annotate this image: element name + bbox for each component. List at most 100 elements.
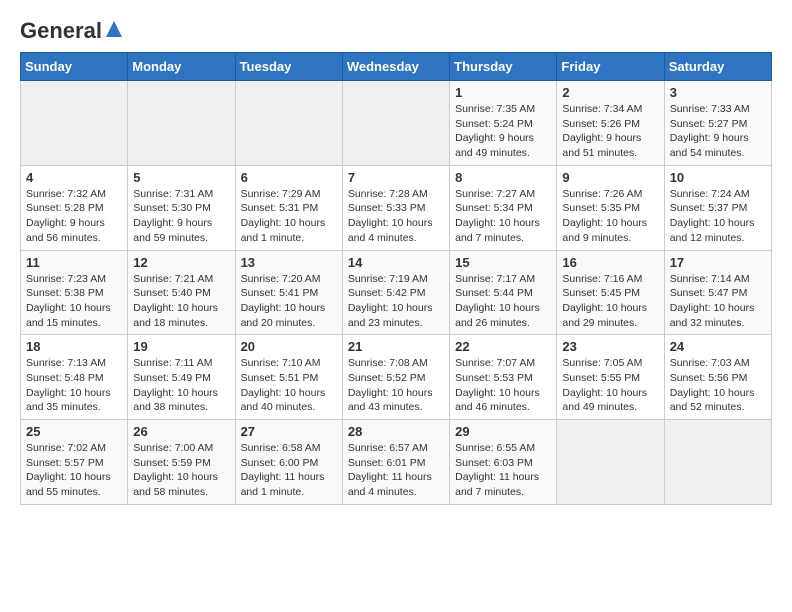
calendar-cell: 8 Sunrise: 7:27 AMSunset: 5:34 PMDaylight… — [450, 165, 557, 250]
day-info: Sunrise: 7:00 AMSunset: 5:59 PMDaylight:… — [133, 441, 229, 500]
calendar-cell: 3Sunrise: 7:33 AMSunset: 5:27 PMDaylight… — [664, 81, 771, 166]
day-number: 22 — [455, 339, 551, 354]
day-info: Sunrise: 7:10 AMSunset: 5:51 PMDaylight:… — [241, 356, 337, 415]
day-number: 4 — [26, 170, 122, 185]
day-number: 8 — [455, 170, 551, 185]
day-info: Sunrise: 7:29 AMSunset: 5:31 PMDaylight:… — [241, 187, 337, 246]
day-info: Sunrise: 7:27 AMSunset: 5:34 PMDaylight:… — [455, 187, 551, 246]
calendar-cell: 2 Sunrise: 7:34 AMSunset: 5:26 PMDaylight… — [557, 81, 664, 166]
day-number: 21 — [348, 339, 444, 354]
day-info: Sunrise: 7:21 AMSunset: 5:40 PMDaylight:… — [133, 272, 229, 331]
logo: General — [20, 20, 124, 42]
day-number: 20 — [241, 339, 337, 354]
calendar-cell: 15 Sunrise: 7:17 AMSunset: 5:44 PMDayligh… — [450, 250, 557, 335]
day-number: 10 — [670, 170, 766, 185]
day-info: Sunrise: 7:08 AMSunset: 5:52 PMDaylight:… — [348, 356, 444, 415]
calendar-cell: 5 Sunrise: 7:31 AMSunset: 5:30 PMDaylight… — [128, 165, 235, 250]
calendar-cell: 17 Sunrise: 7:14 AMSunset: 5:47 PMDayligh… — [664, 250, 771, 335]
day-number: 15 — [455, 255, 551, 270]
day-info: Sunrise: 7:11 AMSunset: 5:49 PMDaylight:… — [133, 356, 229, 415]
day-info: Sunrise: 7:17 AMSunset: 5:44 PMDaylight:… — [455, 272, 551, 331]
day-info: Sunrise: 7:34 AMSunset: 5:26 PMDaylight:… — [562, 102, 658, 161]
column-header-thursday: Thursday — [450, 53, 557, 81]
column-header-saturday: Saturday — [664, 53, 771, 81]
day-number: 5 — [133, 170, 229, 185]
day-number: 16 — [562, 255, 658, 270]
day-info: Sunrise: 7:33 AMSunset: 5:27 PMDaylight:… — [670, 102, 766, 161]
day-info: Sunrise: 6:57 AMSunset: 6:01 PMDaylight:… — [348, 441, 444, 500]
day-number: 17 — [670, 255, 766, 270]
calendar-cell: 9 Sunrise: 7:26 AMSunset: 5:35 PMDaylight… — [557, 165, 664, 250]
calendar-cell: 10 Sunrise: 7:24 AMSunset: 5:37 PMDayligh… — [664, 165, 771, 250]
day-info: Sunrise: 7:24 AMSunset: 5:37 PMDaylight:… — [670, 187, 766, 246]
day-info: Sunrise: 7:14 AMSunset: 5:47 PMDaylight:… — [670, 272, 766, 331]
day-number: 28 — [348, 424, 444, 439]
column-header-tuesday: Tuesday — [235, 53, 342, 81]
day-info: Sunrise: 7:20 AMSunset: 5:41 PMDaylight:… — [241, 272, 337, 331]
column-header-sunday: Sunday — [21, 53, 128, 81]
calendar-cell: 13 Sunrise: 7:20 AMSunset: 5:41 PMDayligh… — [235, 250, 342, 335]
column-header-wednesday: Wednesday — [342, 53, 449, 81]
day-number: 18 — [26, 339, 122, 354]
day-number: 9 — [562, 170, 658, 185]
day-number: 19 — [133, 339, 229, 354]
calendar-cell: 14 Sunrise: 7:19 AMSunset: 5:42 PMDayligh… — [342, 250, 449, 335]
day-info: Sunrise: 7:02 AMSunset: 5:57 PMDaylight:… — [26, 441, 122, 500]
calendar-cell: 26 Sunrise: 7:00 AMSunset: 5:59 PMDayligh… — [128, 420, 235, 505]
day-number: 23 — [562, 339, 658, 354]
day-number: 24 — [670, 339, 766, 354]
day-number: 11 — [26, 255, 122, 270]
day-info: Sunrise: 7:26 AMSunset: 5:35 PMDaylight:… — [562, 187, 658, 246]
calendar-cell: 25Sunrise: 7:02 AMSunset: 5:57 PMDayligh… — [21, 420, 128, 505]
day-number: 27 — [241, 424, 337, 439]
calendar-cell — [21, 81, 128, 166]
calendar-cell: 16 Sunrise: 7:16 AMSunset: 5:45 PMDayligh… — [557, 250, 664, 335]
day-number: 1 — [455, 85, 551, 100]
day-number: 29 — [455, 424, 551, 439]
calendar-cell: 7 Sunrise: 7:28 AMSunset: 5:33 PMDaylight… — [342, 165, 449, 250]
calendar-cell: 4 Sunrise: 7:32 AMSunset: 5:28 PMDaylight… — [21, 165, 128, 250]
calendar-cell: 28 Sunrise: 6:57 AMSunset: 6:01 PMDayligh… — [342, 420, 449, 505]
day-info: Sunrise: 7:31 AMSunset: 5:30 PMDaylight:… — [133, 187, 229, 246]
day-number: 13 — [241, 255, 337, 270]
calendar-cell: 23 Sunrise: 7:05 AMSunset: 5:55 PMDayligh… — [557, 335, 664, 420]
calendar-cell — [557, 420, 664, 505]
day-info: Sunrise: 6:58 AMSunset: 6:00 PMDaylight:… — [241, 441, 337, 500]
calendar-cell: 24 Sunrise: 7:03 AMSunset: 5:56 PMDayligh… — [664, 335, 771, 420]
calendar-cell: 27 Sunrise: 6:58 AMSunset: 6:00 PMDayligh… — [235, 420, 342, 505]
calendar-cell: 22 Sunrise: 7:07 AMSunset: 5:53 PMDayligh… — [450, 335, 557, 420]
calendar-cell — [235, 81, 342, 166]
calendar-table: SundayMondayTuesdayWednesdayThursdayFrid… — [20, 52, 772, 505]
day-info: Sunrise: 6:55 AMSunset: 6:03 PMDaylight:… — [455, 441, 551, 500]
day-number: 7 — [348, 170, 444, 185]
calendar-cell: 20 Sunrise: 7:10 AMSunset: 5:51 PMDayligh… — [235, 335, 342, 420]
day-info: Sunrise: 7:28 AMSunset: 5:33 PMDaylight:… — [348, 187, 444, 246]
calendar-cell: 11 Sunrise: 7:23 AMSunset: 5:38 PMDayligh… — [21, 250, 128, 335]
day-info: Sunrise: 7:07 AMSunset: 5:53 PMDaylight:… — [455, 356, 551, 415]
calendar-cell: 18 Sunrise: 7:13 AMSunset: 5:48 PMDayligh… — [21, 335, 128, 420]
logo-general: General — [20, 20, 102, 42]
day-number: 12 — [133, 255, 229, 270]
day-number: 14 — [348, 255, 444, 270]
day-info: Sunrise: 7:03 AMSunset: 5:56 PMDaylight:… — [670, 356, 766, 415]
column-header-monday: Monday — [128, 53, 235, 81]
day-info: Sunrise: 7:32 AMSunset: 5:28 PMDaylight:… — [26, 187, 122, 246]
calendar-cell — [128, 81, 235, 166]
day-info: Sunrise: 7:16 AMSunset: 5:45 PMDaylight:… — [562, 272, 658, 331]
day-number: 26 — [133, 424, 229, 439]
calendar-cell — [342, 81, 449, 166]
day-info: Sunrise: 7:05 AMSunset: 5:55 PMDaylight:… — [562, 356, 658, 415]
day-info: Sunrise: 7:23 AMSunset: 5:38 PMDaylight:… — [26, 272, 122, 331]
column-header-friday: Friday — [557, 53, 664, 81]
day-info: Sunrise: 7:13 AMSunset: 5:48 PMDaylight:… — [26, 356, 122, 415]
calendar-cell: 29 Sunrise: 6:55 AMSunset: 6:03 PMDayligh… — [450, 420, 557, 505]
day-info: Sunrise: 7:19 AMSunset: 5:42 PMDaylight:… — [348, 272, 444, 331]
calendar-cell: 12 Sunrise: 7:21 AMSunset: 5:40 PMDayligh… — [128, 250, 235, 335]
day-info: Sunrise: 7:35 AMSunset: 5:24 PMDaylight:… — [455, 102, 551, 161]
day-number: 2 — [562, 85, 658, 100]
calendar-cell — [664, 420, 771, 505]
logo-triangle-icon — [104, 19, 124, 39]
calendar-cell: 1 Sunrise: 7:35 AMSunset: 5:24 PMDaylight… — [450, 81, 557, 166]
header: General — [20, 20, 772, 42]
calendar-cell: 19 Sunrise: 7:11 AMSunset: 5:49 PMDayligh… — [128, 335, 235, 420]
